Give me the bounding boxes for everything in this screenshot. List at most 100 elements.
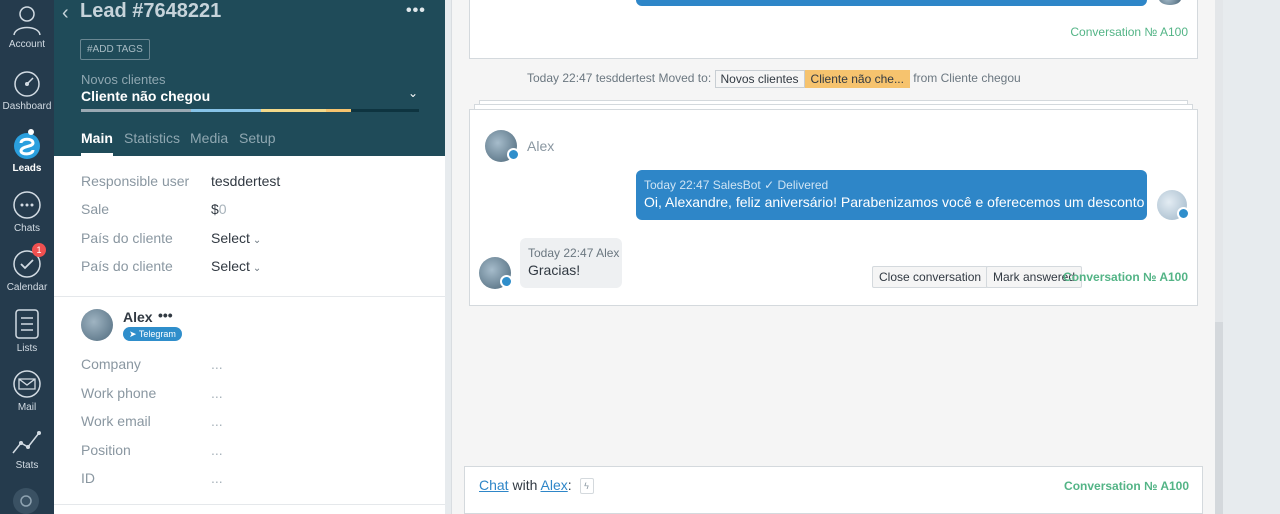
select-value: Select xyxy=(211,258,250,274)
responsible-user-select[interactable]: tesddertest xyxy=(211,173,280,189)
telegram-badge: ➤ Telegram xyxy=(123,327,182,341)
message-text: Oi, Alexandre, feliz aniversário! Parabe… xyxy=(644,194,1196,210)
field-label: Company xyxy=(81,356,141,372)
stats-icon xyxy=(12,431,41,454)
company-input[interactable]: ... xyxy=(211,356,223,372)
leads-icon xyxy=(14,129,40,159)
field-label: País do cliente xyxy=(81,230,173,246)
nav-item-mail[interactable]: Mail xyxy=(0,369,54,413)
sale-placeholder: 0 xyxy=(218,201,227,217)
incoming-message: Today 22:47 Alex Gracias! xyxy=(520,238,622,288)
composer-with: with xyxy=(512,477,538,493)
lists-icon xyxy=(15,309,39,339)
contact-menu-button[interactable]: ••• xyxy=(158,307,173,323)
composer-mode-link[interactable]: Chat xyxy=(479,477,509,493)
chevron-down-icon[interactable]: ⌄ xyxy=(408,86,418,100)
field-label: Responsible user xyxy=(81,173,190,189)
lead-title: Lead #7648221 xyxy=(80,0,222,22)
chevron-down-icon: ⌄ xyxy=(252,235,262,246)
position-input[interactable]: ... xyxy=(211,442,223,458)
conversation-id[interactable]: Conversation № A100 xyxy=(1070,25,1188,39)
message-text: Gracias! xyxy=(528,262,581,278)
lead-menu-button[interactable]: ••• xyxy=(406,2,426,20)
card-contact-name[interactable]: Alex xyxy=(527,138,554,154)
mail-icon xyxy=(13,370,41,398)
message-sender: SalesBot xyxy=(712,178,761,192)
scrollbar-thumb[interactable] xyxy=(1215,322,1223,514)
lightning-icon[interactable]: ϟ xyxy=(579,478,594,494)
select-value: Select xyxy=(211,230,250,246)
contact-name[interactable]: Alex xyxy=(123,309,153,325)
add-tags-button[interactable]: #ADD TAGS xyxy=(80,39,150,60)
composer-header: Chat with Alex: ϟ xyxy=(479,477,594,494)
nav-item-calendar[interactable]: 1 Calendar xyxy=(0,243,54,293)
lead-body: Responsible user tesddertest Sale $0 Paí… xyxy=(54,156,445,514)
telegram-icon xyxy=(507,148,520,161)
nav-item-dashboard[interactable]: Dashboard xyxy=(0,70,54,112)
conversation-card: Alex Today 22:47 SalesBot ✓ Delivered Oi… xyxy=(469,109,1198,306)
nav-item-lists[interactable]: Lists xyxy=(0,308,54,354)
message-time: Today 22:47 xyxy=(528,246,594,260)
stage-progress-bar xyxy=(81,109,419,112)
field-label: Sale xyxy=(81,201,110,217)
field-work-email: Work email ... xyxy=(81,411,421,433)
message-time: Today 22:47 xyxy=(644,178,710,192)
tab-statistics[interactable]: Statistics xyxy=(124,130,180,146)
composer-colon: : xyxy=(567,477,572,493)
field-pais-1: País do cliente Select ⌄ xyxy=(81,228,421,250)
id-input[interactable]: ... xyxy=(211,470,223,486)
pais-select-1[interactable]: Select ⌄ xyxy=(211,230,261,246)
nav-item-stats[interactable]: Stats xyxy=(0,427,54,471)
nav-label: Calendar xyxy=(6,282,48,293)
nav-label: Account xyxy=(8,39,46,50)
message-meta: Today 22:47 SalesBot ✓ Delivered xyxy=(644,178,828,192)
nav-label: Chats xyxy=(13,223,41,234)
nav-label: Leads xyxy=(12,163,42,174)
left-nav: Account Dashboard Leads Chats 1 Calendar xyxy=(0,0,54,514)
event-user: tesddertest xyxy=(595,71,656,86)
conversation-id[interactable]: Conversation № A100 xyxy=(1064,479,1189,493)
field-label: Work email xyxy=(81,413,151,429)
nav-item-chats[interactable]: Chats xyxy=(0,190,54,234)
field-id: ID ... xyxy=(81,468,421,490)
back-icon[interactable]: ‹ xyxy=(62,2,69,25)
message-composer[interactable]: Chat with Alex: ϟ Conversation № A100 xyxy=(464,466,1203,514)
conversation-card-previous: Conversation № A100 xyxy=(469,0,1198,59)
field-label: Position xyxy=(81,442,131,458)
nav-label: Dashboard xyxy=(2,101,52,112)
field-label: País do cliente xyxy=(81,258,173,274)
stage-select[interactable]: Cliente não chegou xyxy=(81,88,210,104)
event-time: Today 22:47 xyxy=(527,71,593,86)
stage-pill: Cliente não che... xyxy=(804,70,910,88)
conversation-id[interactable]: Conversation № A100 xyxy=(1063,270,1188,284)
nav-item-account[interactable]: Account xyxy=(0,2,54,50)
lead-panel: ‹ Lead #7648221 ••• #ADD TAGS Novos clie… xyxy=(54,0,445,514)
currency-symbol: $ xyxy=(211,201,219,217)
contact-avatar[interactable] xyxy=(81,309,113,341)
divider xyxy=(54,296,445,297)
tab-media[interactable]: Media xyxy=(190,130,228,146)
sale-input[interactable]: $0 xyxy=(211,201,227,217)
delivered-check-icon: ✓ xyxy=(764,178,775,192)
tab-setup[interactable]: Setup xyxy=(239,130,276,146)
event-from: from Cliente chegou xyxy=(913,71,1021,86)
telegram-label: Telegram xyxy=(138,329,176,339)
message-status: Delivered xyxy=(777,178,829,192)
field-position: Position ... xyxy=(81,440,421,462)
field-pais-2: País do cliente Select ⌄ xyxy=(81,256,421,278)
work-phone-input[interactable]: ... xyxy=(211,385,223,401)
tab-main[interactable]: Main xyxy=(81,130,113,156)
composer-recipient-link[interactable]: Alex xyxy=(541,477,568,493)
pipeline-name: Novos clientes xyxy=(81,72,166,87)
field-company: Company ... xyxy=(81,354,421,376)
field-label: ID xyxy=(81,470,95,486)
settings-icon[interactable] xyxy=(11,486,41,514)
work-email-input[interactable]: ... xyxy=(211,413,223,429)
field-responsible-user: Responsible user tesddertest xyxy=(81,171,421,193)
pipeline-pill: Novos clientes xyxy=(714,70,805,88)
nav-item-leads[interactable]: Leads xyxy=(0,128,54,174)
pais-select-2[interactable]: Select ⌄ xyxy=(211,258,261,274)
event-action: Moved to: xyxy=(658,71,712,86)
close-conversation-button[interactable]: Close conversation xyxy=(872,266,989,288)
field-work-phone: Work phone ... xyxy=(81,383,421,405)
